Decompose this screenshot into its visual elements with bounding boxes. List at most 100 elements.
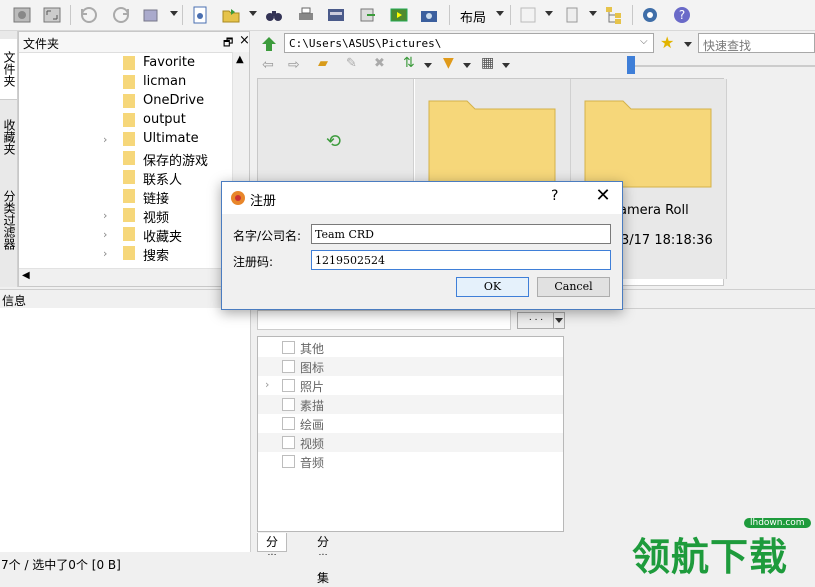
quick-search-input[interactable]: 快速查找 xyxy=(698,33,815,53)
category-checkbox[interactable] xyxy=(282,398,295,411)
rename-icon[interactable]: ✎ xyxy=(346,56,357,71)
rotate-right-icon[interactable] xyxy=(109,3,133,27)
category-item[interactable]: 视频 xyxy=(258,433,563,452)
zoom-slider-thumb[interactable] xyxy=(627,56,635,74)
name-field[interactable]: Team CRD xyxy=(311,224,611,244)
cancel-button[interactable]: Cancel xyxy=(537,277,610,297)
side-tab-strip: 文件夹 收藏夹 分类过滤器 xyxy=(0,31,18,287)
tab-category[interactable]: 分类 xyxy=(257,533,288,567)
watermark-text: 领航下载 xyxy=(632,535,789,579)
folder-tree-hscroll[interactable]: ◀ xyxy=(19,268,249,286)
category-checkbox[interactable] xyxy=(282,360,295,373)
more-button[interactable]: . . . xyxy=(517,312,555,329)
filter-icon[interactable]: ▼ xyxy=(443,55,454,71)
settings-gear-icon[interactable] xyxy=(638,3,662,27)
tree-item-label: 搜索 xyxy=(143,249,170,264)
category-label: 素描 xyxy=(300,399,325,413)
tree-item[interactable]: licman xyxy=(119,73,249,92)
tree-item[interactable]: output xyxy=(119,111,249,130)
new-folder-icon[interactable]: ▰ xyxy=(318,56,328,71)
sort-icon[interactable]: ⇅ xyxy=(403,55,415,71)
dialog-close-button[interactable]: ✕ xyxy=(592,185,614,207)
tab-category-filter[interactable]: 分类过滤器 xyxy=(0,175,17,265)
image-tools-icon[interactable] xyxy=(139,3,163,27)
folder-pane: 文件夹 🗗 × Favorite licman OneDrive output › Ult… xyxy=(18,31,250,287)
category-checkbox[interactable] xyxy=(282,379,295,392)
category-checkbox[interactable] xyxy=(282,436,295,449)
camera-icon[interactable] xyxy=(417,3,441,27)
folder-icon xyxy=(123,208,135,222)
registration-code-field[interactable]: 1219502524 xyxy=(311,250,611,270)
close-pane-icon[interactable]: × xyxy=(239,33,250,48)
tab-folders[interactable]: 文件夹 xyxy=(0,39,17,100)
slideshow-icon[interactable] xyxy=(387,3,411,27)
category-checkbox[interactable] xyxy=(282,341,295,354)
name-label: 名字/公司名: xyxy=(233,229,302,243)
tree-item-label: 保存的游戏 xyxy=(143,154,209,169)
category-item[interactable]: › 照片 xyxy=(258,376,563,395)
zoom-slider-track[interactable] xyxy=(630,65,815,67)
toolbar: 布局 ? xyxy=(0,0,815,31)
watermark-logo: lhdown.com 领航下载 xyxy=(632,512,815,579)
folder-icon xyxy=(123,113,135,127)
tree-item[interactable]: 保存的游戏 xyxy=(119,149,249,169)
view-grid-icon[interactable]: ▦ xyxy=(481,55,494,71)
category-item[interactable]: 音频 xyxy=(258,452,563,471)
info-title: 信息 xyxy=(2,294,27,308)
address-input[interactable]: C:\Users\ASUS\Pictures\ xyxy=(284,33,654,53)
more-dropdown-button[interactable] xyxy=(553,312,565,329)
category-checkbox[interactable] xyxy=(282,417,295,430)
ok-button[interactable]: OK xyxy=(456,277,529,297)
back-view-icon[interactable] xyxy=(10,3,34,27)
thumbnail-label: amera Roll xyxy=(619,203,689,218)
category-checkbox[interactable] xyxy=(282,455,295,468)
category-filter-input[interactable] xyxy=(257,310,511,330)
tree-item[interactable]: Favorite xyxy=(119,54,249,73)
scanner-icon[interactable] xyxy=(324,3,348,27)
expand-arrow-icon[interactable]: › xyxy=(103,247,107,260)
back-arrow-icon[interactable]: ⇦ xyxy=(262,57,274,73)
category-item[interactable]: 其他 xyxy=(258,338,563,357)
favorite-star-icon[interactable]: ★ xyxy=(660,33,674,52)
tab-favorites[interactable]: 收藏夹 xyxy=(0,107,17,167)
folder-icon xyxy=(123,75,135,89)
rotate-left-icon[interactable] xyxy=(77,3,101,27)
expand-arrow-icon[interactable]: › xyxy=(103,133,107,146)
delete-icon[interactable]: ✖ xyxy=(374,56,385,71)
status-text: 7个 / 选中了0个 [0 B] xyxy=(1,558,121,572)
layout-menu-label[interactable]: 布局 xyxy=(460,7,486,26)
print-icon[interactable] xyxy=(294,3,318,27)
category-item[interactable]: 绘画 xyxy=(258,414,563,433)
folder-export-icon[interactable] xyxy=(219,3,243,27)
binoculars-icon[interactable] xyxy=(262,3,286,27)
pin-icon[interactable]: 🗗 xyxy=(223,34,233,53)
expand-arrow-icon[interactable]: › xyxy=(265,378,269,391)
scroll-left-icon[interactable]: ◀ xyxy=(22,270,30,281)
address-dropdown-icon[interactable]: ⌵ xyxy=(640,36,648,47)
compare-icon[interactable] xyxy=(516,3,540,27)
tree-item[interactable]: › Ultimate xyxy=(103,130,249,149)
folder-icon xyxy=(123,56,135,70)
expand-arrow-icon[interactable]: › xyxy=(103,209,107,222)
parent-folder-icon: ⟲ xyxy=(326,131,342,152)
tree-item-label: Favorite xyxy=(143,55,195,70)
expand-arrow-icon[interactable]: › xyxy=(103,228,107,241)
dialog-help-button[interactable]: ? xyxy=(551,188,558,204)
properties-icon[interactable] xyxy=(188,3,212,27)
page-icon[interactable] xyxy=(560,3,584,27)
forward-arrow-icon[interactable]: ⇨ xyxy=(288,57,300,73)
thumbnail-date: 3/17 18:18:36 xyxy=(621,233,713,248)
tab-category-set[interactable]: 分类集 xyxy=(309,533,337,585)
tree-item[interactable]: OneDrive xyxy=(119,92,249,111)
fullscreen-icon[interactable] xyxy=(40,3,64,27)
help-icon[interactable]: ? xyxy=(670,3,694,27)
scroll-up-icon[interactable]: ▲ xyxy=(236,54,244,65)
convert-icon[interactable] xyxy=(356,3,380,27)
category-item[interactable]: 素描 xyxy=(258,395,563,414)
folder-icon xyxy=(123,132,135,146)
category-item[interactable]: 图标 xyxy=(258,357,563,376)
category-label: 其他 xyxy=(300,342,325,356)
tree-view-icon[interactable] xyxy=(602,3,626,27)
go-up-icon[interactable] xyxy=(257,32,281,56)
folder-icon xyxy=(584,100,712,188)
